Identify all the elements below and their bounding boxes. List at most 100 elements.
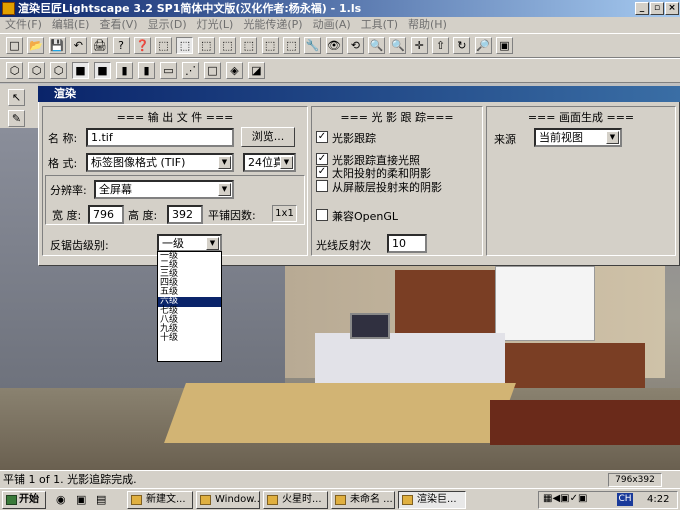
toolbar1-button-15[interactable]: 👁 <box>325 37 343 54</box>
checkbox-label-4: 兼容OpenGL <box>332 210 399 223</box>
bits-select[interactable]: 24位真 ▼ <box>243 153 296 172</box>
quick-launch: ◉ ▣ ▤ <box>52 493 122 507</box>
toolbar1-button-11[interactable]: ⬚ <box>240 37 258 54</box>
taskbar: 开始 ◉ ▣ ▤ 新建文... Window... 火星时... 未命名 ... 渲染巨… <box>0 488 680 510</box>
app-titlebar: 渲染巨匠Lightscape 3.2 SP1简体中文版(汉化作者:杨永福) - … <box>0 0 680 17</box>
toolbar1-button-10[interactable]: ⬚ <box>219 37 236 54</box>
edit-tool[interactable]: ✎ <box>8 110 25 127</box>
rug <box>164 383 516 443</box>
toolbar1-button-12[interactable]: ⬚ <box>261 37 279 54</box>
checkbox-4[interactable] <box>316 209 328 221</box>
toolbar1-button-22[interactable]: 🔎 <box>474 37 492 54</box>
antialias-select[interactable]: 一级 ▼ <box>157 234 222 252</box>
raytrace-header: === 光 影 跟 踪=== <box>340 111 454 124</box>
taskbar-item-label: 火星时... <box>282 494 322 505</box>
height-label: 高 度: <box>128 209 158 222</box>
name-input[interactable]: 1.tif <box>86 128 234 147</box>
height-input[interactable]: 392 <box>167 205 203 224</box>
toolbar2-button-11[interactable]: ◪ <box>248 62 265 79</box>
toolbar2-button-4[interactable]: ■ <box>94 62 111 79</box>
menu-item-0[interactable]: 文件(F) <box>0 17 47 33</box>
status-bar: 平铺 1 of 1. 光影追踪完成. 796x392 <box>0 470 680 488</box>
media-icon[interactable]: ◉ <box>56 493 66 506</box>
toolbar1-button-9[interactable]: ⬚ <box>197 37 215 54</box>
checkbox-1[interactable]: ✓ <box>316 153 328 165</box>
menu-item-6[interactable]: 动画(A) <box>308 17 356 33</box>
taskbar-item-1[interactable]: Window... <box>196 491 260 509</box>
tile-label: 平铺因数: <box>208 209 256 222</box>
toolbar1-button-5[interactable]: ? <box>112 37 130 54</box>
close-button[interactable]: × <box>665 2 679 15</box>
antialias-dropdown-list: 一级 二级 三级 四级 五级 六级 七级 八级 九级 十级 <box>157 251 222 362</box>
antialias-value: 一级 <box>162 237 184 250</box>
checkbox-2[interactable]: ✓ <box>316 166 328 178</box>
format-label: 格 式: <box>48 157 78 170</box>
start-button[interactable]: 开始 <box>2 491 46 509</box>
toolbar1-button-23[interactable]: ▣ <box>495 37 513 54</box>
shortcut-icon[interactable]: ▤ <box>96 493 106 506</box>
toolbar1-button-4[interactable]: 🖨 <box>91 37 109 54</box>
toolbar1-button-20[interactable]: ⇧ <box>432 37 449 54</box>
toolbar1-button-21[interactable]: ↻ <box>453 37 471 54</box>
source-select[interactable]: 当前视图 ▼ <box>534 128 622 147</box>
checkbox-0[interactable]: ✓ <box>316 131 328 143</box>
checkbox-3[interactable] <box>316 180 328 192</box>
tray-icons[interactable]: ▦◀▣✓▣ <box>543 493 587 504</box>
reflect-input[interactable]: 10 <box>387 234 427 253</box>
toolbar2-button-0[interactable]: ⬡ <box>6 62 23 79</box>
toolbar2-button-7[interactable]: ▭ <box>160 62 177 79</box>
toolbar2-button-2[interactable]: ⬡ <box>50 62 67 79</box>
toolbar1-button-18[interactable]: 🔍 <box>389 37 407 54</box>
toolbar1-button-17[interactable]: 🔍 <box>368 37 386 54</box>
source-value: 当前视图 <box>539 131 583 144</box>
toolbar1-button-0[interactable]: □ <box>6 37 23 54</box>
toolbar1-button-14[interactable]: 🔧 <box>304 37 322 54</box>
toolbar2-button-10[interactable]: ◈ <box>226 62 243 79</box>
toolbar2-button-1[interactable]: ⬡ <box>28 62 45 79</box>
toolbar1-button-6[interactable]: ❓ <box>133 37 151 54</box>
width-label: 宽 度: <box>52 209 82 222</box>
toolbar2-button-6[interactable]: ▮ <box>138 62 155 79</box>
taskbar-item-4[interactable]: 渲染巨... <box>398 491 466 509</box>
taskbar-item-2[interactable]: 火星时... <box>263 491 328 509</box>
toolbar2-button-5[interactable]: ▮ <box>116 62 133 79</box>
desktop-icon[interactable]: ▣ <box>76 493 86 506</box>
app-title: 渲染巨匠Lightscape 3.2 SP1简体中文版(汉化作者:杨永福) - … <box>18 2 362 15</box>
menu-item-7[interactable]: 工具(T) <box>356 17 403 33</box>
menu-bar: 文件(F) 编辑(E) 查看(V) 显示(D) 灯光(L) 光能传递(P) 动画(A) 工具(… <box>0 17 680 33</box>
menu-item-8[interactable]: 帮助(H) <box>403 17 452 33</box>
maximize-button[interactable]: ▫ <box>650 2 664 15</box>
menu-item-5[interactable]: 光能传递(P) <box>238 17 307 33</box>
side-toolbar: ↖ ✎ <box>0 88 38 128</box>
toolbar1-button-13[interactable]: ⬚ <box>282 37 300 54</box>
window-icon <box>335 495 346 505</box>
antialias-option[interactable]: 十级 <box>158 333 221 343</box>
name-label: 名 称: <box>48 132 78 145</box>
menu-item-3[interactable]: 显示(D) <box>143 17 192 33</box>
toolbar1-button-3[interactable]: ↶ <box>69 37 87 54</box>
pointer-tool[interactable]: ↖ <box>8 89 25 106</box>
browse-button[interactable]: 浏览... <box>241 127 295 147</box>
toolbar1-button-16[interactable]: ⟲ <box>346 37 364 54</box>
minimize-button[interactable]: _ <box>635 2 649 15</box>
window-icon <box>267 495 278 505</box>
width-input[interactable]: 796 <box>88 205 124 224</box>
language-indicator[interactable]: CH <box>617 493 633 506</box>
resolution-select[interactable]: 全屏幕 ▼ <box>94 180 234 199</box>
format-select[interactable]: 标签图像格式 (TIF) ▼ <box>86 153 234 172</box>
toolbar1-button-19[interactable]: ✛ <box>410 37 428 54</box>
toolbar2-button-9[interactable]: □ <box>204 62 221 79</box>
menu-item-4[interactable]: 灯光(L) <box>192 17 239 33</box>
menu-item-1[interactable]: 编辑(E) <box>47 17 95 33</box>
toolbar2-button-8[interactable]: ⋰ <box>182 62 199 79</box>
toolbar1-button-1[interactable]: 📂 <box>27 37 45 54</box>
menu-item-2[interactable]: 查看(V) <box>94 17 142 33</box>
toolbar1-button-2[interactable]: 💾 <box>48 37 66 54</box>
toolbar1-button-8[interactable]: ⬚ <box>176 37 194 54</box>
chevron-down-icon: ▼ <box>218 156 231 169</box>
reflect-label: 光线反射次 <box>316 239 371 252</box>
taskbar-item-0[interactable]: 新建文... <box>127 491 193 509</box>
toolbar2-button-3[interactable]: ■ <box>72 62 89 79</box>
taskbar-item-3[interactable]: 未命名 ... <box>331 491 395 509</box>
toolbar1-button-7[interactable]: ⬚ <box>155 37 173 54</box>
